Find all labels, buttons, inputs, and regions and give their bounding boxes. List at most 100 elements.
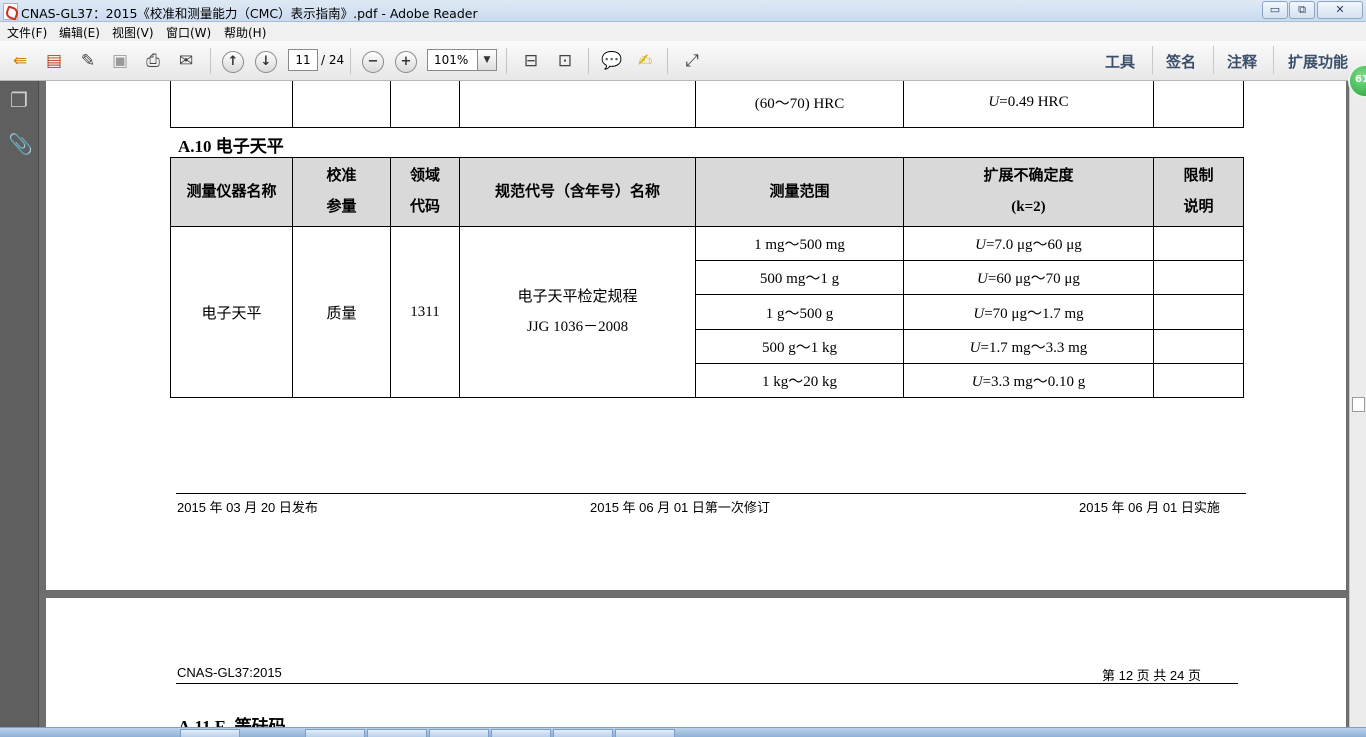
highlight-icon[interactable]: ✍: [633, 49, 657, 73]
uncertainty-cell: U=0.49 HRC: [903, 81, 1154, 128]
vertical-scrollbar[interactable]: [1349, 81, 1366, 727]
range-cell: 500 g～1 kg: [695, 329, 904, 364]
toolbar-separator: [588, 48, 589, 74]
zoom-in-icon[interactable]: +: [395, 51, 417, 73]
comment-icon[interactable]: 💬: [600, 49, 624, 73]
pdf-page-11: (60～70) HRC U=0.49 HRC A.10 电子天平 测量仪器名称 …: [46, 81, 1346, 590]
header-field-line2: 代码: [409, 199, 440, 215]
zoom-out-icon[interactable]: −: [362, 51, 384, 73]
edit-pdf-icon[interactable]: ✎: [76, 49, 100, 73]
toolbar-separator: [667, 48, 668, 74]
header-limit-line2: 说明: [1183, 199, 1214, 215]
table-cell: [292, 81, 391, 128]
limit-cell: [1153, 363, 1244, 398]
minimize-button[interactable]: ▭: [1262, 1, 1288, 19]
specification-code: JJG 1036－2008: [526, 319, 629, 335]
parameter-cell: 质量: [292, 226, 391, 398]
cmc-table: 测量仪器名称 校准参量 领域 代码 规范代号（含年号）名称 测量范围 扩展不确定度…: [170, 157, 1244, 398]
header-specification: 规范代号（含年号）名称: [459, 157, 696, 227]
limit-cell: [1153, 226, 1244, 261]
uncertainty-symbol: U: [969, 340, 981, 356]
fit-width-icon[interactable]: ⊡: [553, 49, 577, 73]
uncertainty-symbol: U: [977, 271, 988, 287]
previous-table-row: (60～70) HRC U=0.49 HRC: [170, 81, 1244, 128]
menu-help[interactable]: 帮助(H): [224, 24, 266, 41]
page-header-doc-id: CNAS-GL37:2015: [177, 665, 282, 680]
header-limit-line1: 限制: [1183, 168, 1214, 184]
toolbar: ⇚ ▤ ✎ ▣ ⎙ ✉ ↑ ↓ − + ⊟ ⊡ 💬 ✍ ⤢: [0, 41, 1366, 81]
menu-file[interactable]: 文件(F): [7, 24, 47, 41]
uncertainty-value: =1.7 mg～3.3 mg: [980, 340, 1088, 356]
page-number-input[interactable]: 11: [288, 49, 318, 71]
attachments-icon[interactable]: 📎: [8, 133, 33, 155]
fullscreen-icon[interactable]: ⤢: [680, 49, 704, 73]
header-range: 测量范围: [695, 157, 904, 227]
restore-button[interactable]: ⧉: [1289, 1, 1315, 19]
uncertainty-symbol: U: [988, 94, 1000, 110]
footer-revised: 2015 年 06 月 01 日第一次修订: [590, 500, 770, 515]
header-uncertainty-line1: 扩展不确定度: [983, 168, 1074, 184]
pdf-page-12: CNAS-GL37:2015 第 12 页 共 24 页 A.11 F₁ 等砝码: [46, 598, 1346, 736]
footer-published: 2015 年 03 月 20 日发布: [177, 500, 318, 515]
uncertainty-cell: U=3.3 mg～0.10 g: [903, 363, 1154, 398]
comment-button[interactable]: 注释: [1227, 51, 1257, 72]
section-title: A.10 电子天平: [178, 137, 284, 156]
range-cell: 1 kg～20 kg: [695, 363, 904, 398]
field-code-cell: 1311: [390, 226, 460, 398]
toolbar-separator: [1273, 46, 1274, 74]
header-divider: [176, 683, 1238, 684]
email-icon[interactable]: ✉: [174, 49, 198, 73]
limit-cell: [1153, 260, 1244, 295]
header-uncertainty: 扩展不确定度 (k=2): [903, 157, 1154, 227]
header-limit: 限制 说明: [1153, 157, 1244, 227]
open-file-icon[interactable]: ⇚: [8, 49, 32, 73]
create-pdf-icon[interactable]: ▤: [42, 49, 66, 73]
header-parameter-line2: 参量: [326, 199, 357, 215]
zoom-input[interactable]: 101%: [427, 49, 483, 71]
scrollbar-thumb[interactable]: [1352, 397, 1365, 412]
menu-edit[interactable]: 编辑(E): [59, 24, 100, 41]
tools-button[interactable]: 工具: [1105, 51, 1135, 72]
header-parameter-line1: 校准: [326, 168, 357, 184]
range-cell: 1 g～500 g: [695, 294, 904, 330]
limit-cell: [1153, 329, 1244, 364]
menu-view[interactable]: 视图(V): [112, 24, 154, 41]
uncertainty-value: =70 μg～1.7 mg: [984, 305, 1084, 322]
print-icon[interactable]: ⎙: [141, 49, 165, 73]
uncertainty-value: =7.0 μg～60 μg: [986, 237, 1082, 253]
table-cell: [1153, 81, 1244, 128]
page-total-label: / 24: [321, 53, 345, 67]
zoom-dropdown-icon[interactable]: ▼: [477, 49, 497, 71]
save-icon[interactable]: ▣: [108, 49, 132, 73]
prev-page-icon[interactable]: ↑: [222, 51, 244, 73]
uncertainty-symbol: U: [971, 374, 983, 390]
window-title: CNAS-GL37：2015《校准和测量能力（CMC）表示指南》.pdf - A…: [21, 6, 478, 21]
next-page-icon[interactable]: ↓: [255, 51, 277, 73]
page-header-page-info: 第 12 页 共 24 页: [1102, 668, 1201, 683]
table-cell: [459, 81, 696, 128]
range-cell: (60～70) HRC: [695, 81, 904, 128]
extended-button[interactable]: 扩展功能: [1288, 51, 1348, 72]
specification-name: 电子天平检定规程: [517, 289, 638, 305]
toolbar-separator: [1152, 46, 1153, 74]
uncertainty-value: =3.3 mg～0.10 g: [982, 374, 1086, 390]
table-header-row: 测量仪器名称 校准参量 领域 代码 规范代号（含年号）名称 测量范围 扩展不确定度…: [170, 157, 1244, 227]
menu-bar: 文件(F) 编辑(E) 视图(V) 窗口(W) 帮助(H): [0, 22, 1366, 41]
header-instrument: 测量仪器名称: [170, 157, 293, 227]
toolbar-separator: [506, 48, 507, 74]
uncertainty-symbol: U: [975, 237, 987, 253]
instrument-cell: 电子天平: [170, 226, 293, 398]
fit-page-icon[interactable]: ⊟: [519, 49, 543, 73]
uncertainty-symbol: U: [973, 305, 985, 322]
menu-window[interactable]: 窗口(W): [166, 24, 211, 41]
page-thumbnails-icon[interactable]: ❐: [8, 89, 30, 111]
header-field-code: 领域 代码: [390, 157, 460, 227]
sign-button[interactable]: 签名: [1166, 51, 1196, 72]
pdf-app-icon: [3, 3, 18, 20]
uncertainty-cell: U=7.0 μg～60 μg: [903, 226, 1154, 261]
footer-divider: [176, 493, 1246, 494]
toolbar-separator: [210, 48, 211, 74]
close-button[interactable]: ✕: [1317, 1, 1363, 19]
range-cell: 500 mg～1 g: [695, 260, 904, 295]
uncertainty-cell: U=60 μg～70 μg: [903, 260, 1154, 295]
